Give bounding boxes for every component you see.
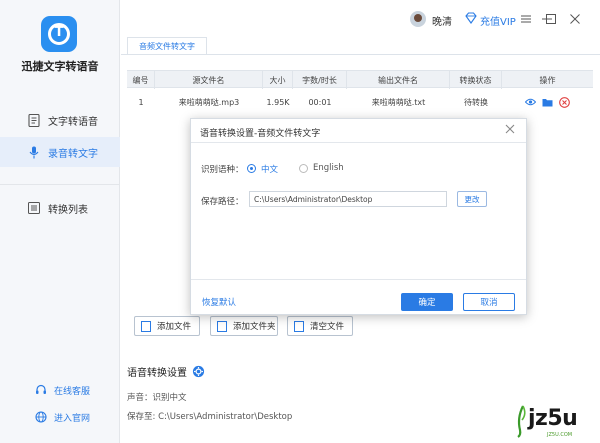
add-file-icon <box>141 320 151 332</box>
microphone-icon <box>27 145 41 159</box>
sidebar-divider <box>0 184 120 185</box>
add-file-label: 添加文件 <box>157 322 192 332</box>
dialog-header: 语音转换设置-音频文件转文字 <box>191 119 526 143</box>
official-site-link[interactable]: 进入官网 <box>34 410 90 424</box>
avatar[interactable] <box>410 11 426 27</box>
dialog-title: 语音转换设置-音频文件转文字 <box>200 129 321 139</box>
radio-english-label[interactable]: English <box>313 163 344 173</box>
sidebar-item-conversion-list[interactable]: 转换列表 <box>0 193 120 223</box>
online-service-label: 在线客服 <box>54 386 91 397</box>
watermark-text: jz5u <box>528 406 578 431</box>
conversion-settings-dialog: 语音转换设置-音频文件转文字 识别语种： 中文 English 保存路径： C:… <box>190 118 527 315</box>
sidebar: T 迅捷文字转语音 文字转语音 录音转文字 转换列表 在线客服 进入官网 <box>0 0 120 443</box>
sidebar-item-label: 录音转文字 <box>48 148 98 160</box>
cell-output-file: 来啦萌萌哒.txt <box>371 97 426 107</box>
clear-files-label: 清空文件 <box>310 322 345 332</box>
restore-default-link[interactable]: 恢复默认 <box>202 296 236 308</box>
delete-icon[interactable] <box>559 96 570 108</box>
language-label: 识别语种： <box>201 165 244 175</box>
globe-icon <box>34 410 48 424</box>
table-header: 编号 源文件名 大小 字数/时长 输出文件名 转换状态 操作 <box>127 70 593 89</box>
app-logo: T <box>41 16 77 52</box>
conversion-settings-label: 语音转换设置 <box>127 368 187 379</box>
watermark-small-text: JZ5U.COM <box>547 432 573 438</box>
save-path-text: 保存至: C:\Users\Administrator\Desktop <box>127 412 293 422</box>
radio-chinese-label[interactable]: 中文 <box>261 163 278 175</box>
radio-english[interactable] <box>299 164 308 173</box>
add-folder-label: 添加文件夹 <box>233 322 276 332</box>
sidebar-item-label: 文字转语音 <box>48 116 98 128</box>
recharge-vip-button[interactable]: 充值VIP <box>480 13 516 28</box>
cell-size: 1.95K <box>266 97 290 107</box>
add-folder-button[interactable]: 添加文件夹 <box>210 316 278 336</box>
cancel-button[interactable]: 取消 <box>463 293 515 311</box>
cell-status: 待转换 <box>464 97 488 107</box>
tab-divider <box>121 54 600 55</box>
username[interactable]: 晚清 <box>432 13 452 28</box>
online-service-link[interactable]: 在线客服 <box>34 383 90 397</box>
cell-source-file: 来啦萌萌哒.mp3 <box>178 97 240 107</box>
add-file-button[interactable]: 添加文件 <box>134 316 200 336</box>
ok-button[interactable]: 确定 <box>401 293 453 311</box>
clear-files-icon <box>294 320 304 332</box>
column-header-duration: 字数/时长 <box>293 71 347 89</box>
close-window-icon[interactable] <box>568 12 582 26</box>
cell-index: 1 <box>138 97 144 107</box>
maximize-window-icon[interactable] <box>544 12 558 26</box>
menu-icon[interactable] <box>519 12 533 26</box>
dialog-footer-divider <box>191 279 526 280</box>
document-icon <box>27 113 41 127</box>
clear-files-button[interactable]: 清空文件 <box>287 316 353 336</box>
voice-setting-text: 声音：识别中文 <box>127 393 187 403</box>
folder-icon[interactable] <box>542 97 553 108</box>
add-folder-icon <box>217 320 227 332</box>
diamond-icon <box>465 12 477 24</box>
tab-audio-to-text[interactable]: 音频文件转文字 <box>127 37 207 55</box>
save-path-input[interactable]: C:\Users\Administrator\Desktop <box>249 191 447 207</box>
top-bar: 晚清 充值VIP <box>121 0 600 38</box>
column-header-status: 转换状态 <box>450 71 502 89</box>
sidebar-item-speech-to-text[interactable]: 录音转文字 <box>0 137 120 167</box>
change-path-button[interactable]: 更改 <box>457 191 487 207</box>
column-header-output-file: 输出文件名 <box>347 71 450 89</box>
save-path-label: 保存路径： <box>201 197 244 207</box>
radio-chinese[interactable] <box>247 164 256 173</box>
headset-icon <box>34 383 48 397</box>
gear-icon[interactable] <box>192 365 205 378</box>
cell-actions <box>502 93 593 111</box>
list-icon <box>27 201 41 215</box>
official-site-label: 进入官网 <box>54 413 91 424</box>
cell-duration: 00:01 <box>308 97 332 107</box>
close-icon[interactable] <box>504 124 516 136</box>
watermark: jz5u JZ5U.COM <box>514 402 598 440</box>
app-name: 迅捷文字转语音 <box>21 60 99 73</box>
column-header-index: 编号 <box>127 71 155 89</box>
conversion-settings-title: 语音转换设置 <box>127 364 205 379</box>
column-header-source-file: 源文件名 <box>155 71 263 89</box>
eye-icon[interactable] <box>525 97 536 108</box>
table-row[interactable]: 1 来啦萌萌哒.mp3 1.95K 00:01 来啦萌萌哒.txt 待转换 <box>127 93 593 111</box>
column-header-actions: 操作 <box>539 75 556 85</box>
column-header-size: 大小 <box>263 71 293 89</box>
sidebar-item-label: 转换列表 <box>48 204 88 216</box>
sidebar-item-text-to-speech[interactable]: 文字转语音 <box>0 105 120 135</box>
